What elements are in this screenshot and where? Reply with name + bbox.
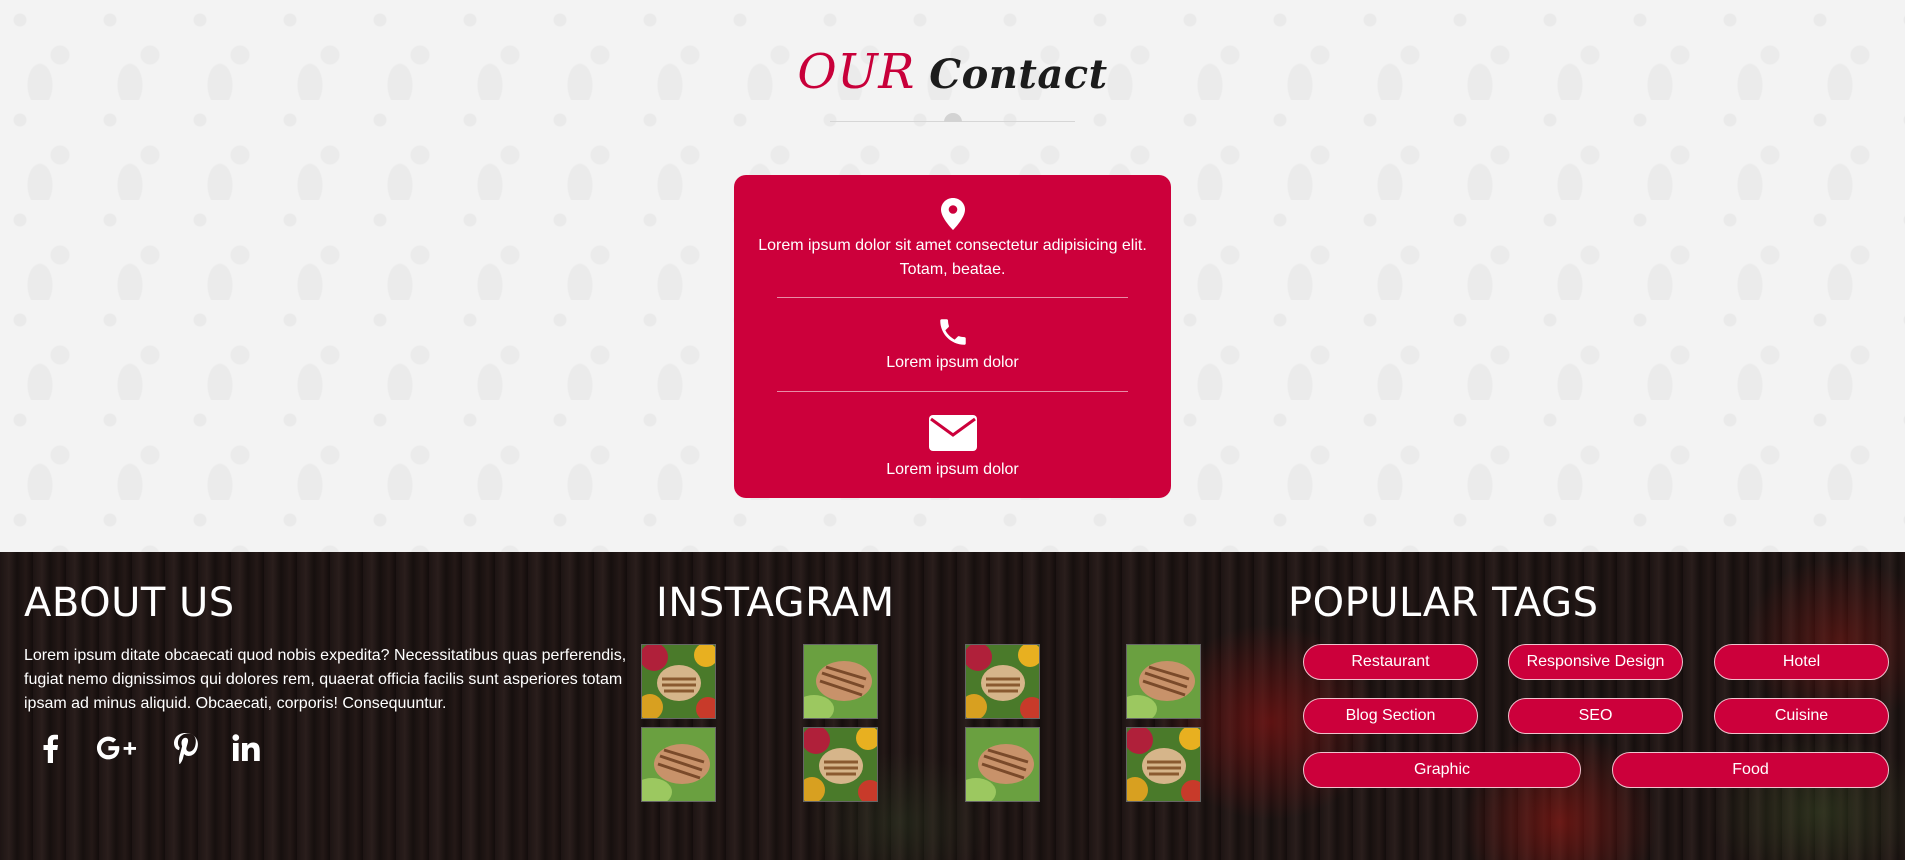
contact-phone: Lorem ipsum dolor	[886, 354, 1019, 371]
tag-cuisine[interactable]: Cuisine	[1714, 698, 1889, 734]
phone-icon	[734, 315, 1171, 349]
tag-food[interactable]: Food	[1612, 752, 1889, 788]
instagram-thumb-skewer[interactable]	[965, 644, 1040, 719]
instagram-thumb-chicken-salad[interactable]	[803, 644, 878, 719]
contact-divider	[777, 297, 1128, 298]
pinterest-icon[interactable]	[165, 728, 205, 768]
footer-scalloped-edge	[0, 552, 1905, 558]
tag-blog-section[interactable]: Blog Section	[1303, 698, 1478, 734]
tag-restaurant[interactable]: Restaurant	[1303, 644, 1478, 680]
tag-hotel[interactable]: Hotel	[1714, 644, 1889, 680]
tag-graphic[interactable]: Graphic	[1303, 752, 1581, 788]
title-rest: Contact	[929, 51, 1108, 98]
section-title: OUR Contact	[0, 44, 1905, 100]
facebook-icon[interactable]	[30, 728, 70, 768]
contact-divider	[777, 391, 1128, 392]
instagram-heading: INSTAGRAM	[656, 580, 895, 626]
envelope-icon	[734, 415, 1171, 451]
title-accent: OUR	[797, 44, 915, 100]
contact-address: Lorem ipsum dolor sit amet consectetur a…	[758, 237, 1147, 278]
instagram-thumb-chicken-salad[interactable]	[641, 727, 716, 802]
contact-card: Lorem ipsum dolor sit amet consectetur a…	[734, 175, 1171, 498]
instagram-thumb-skewer[interactable]	[1126, 727, 1201, 802]
google-plus-icon[interactable]	[96, 728, 136, 768]
linkedin-icon[interactable]	[227, 728, 267, 768]
instagram-thumb-skewer[interactable]	[641, 644, 716, 719]
contact-email: Lorem ipsum dolor	[886, 461, 1019, 478]
instagram-thumb-chicken-salad[interactable]	[1126, 644, 1201, 719]
footer: ABOUT US Lorem ipsum ditate obcaecati qu…	[0, 552, 1905, 860]
about-text: Lorem ipsum ditate obcaecati quod nobis …	[24, 647, 627, 712]
contact-section: OUR Contact Lorem ipsum dolor sit amet c…	[0, 0, 1905, 552]
instagram-thumb-chicken-salad[interactable]	[965, 727, 1040, 802]
instagram-thumb-skewer[interactable]	[803, 727, 878, 802]
cloche-icon	[944, 113, 962, 122]
tag-responsive-design[interactable]: Responsive Design	[1508, 644, 1683, 680]
tag-seo[interactable]: SEO	[1508, 698, 1683, 734]
about-heading: ABOUT US	[24, 580, 235, 626]
popular-tags-heading: POPULAR TAGS	[1288, 580, 1599, 626]
map-pin-icon	[734, 198, 1171, 230]
